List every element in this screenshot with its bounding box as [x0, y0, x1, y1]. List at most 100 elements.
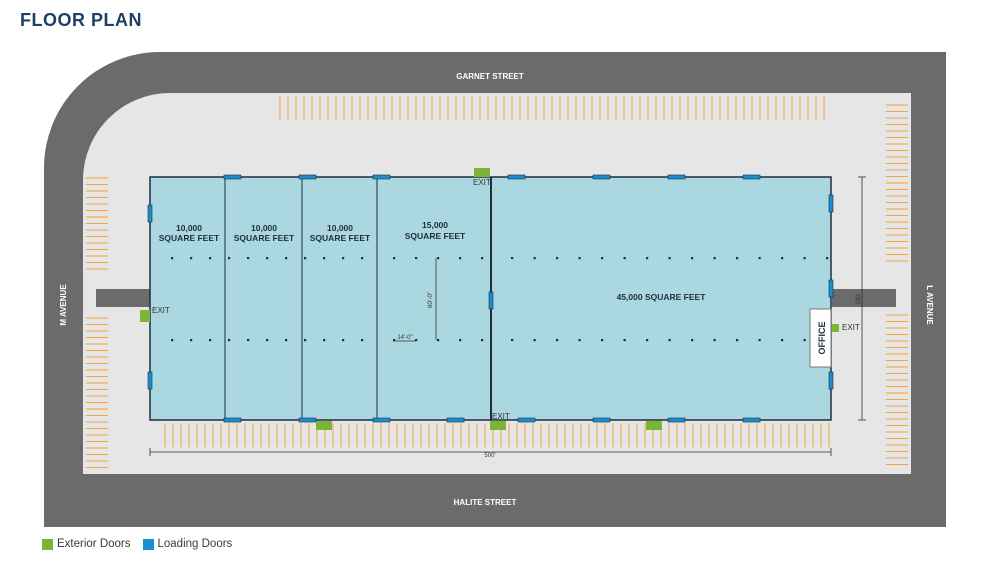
column: [304, 257, 307, 260]
unit-4-area: 15,000: [422, 220, 448, 230]
column: [171, 257, 174, 260]
column: [342, 257, 345, 260]
street-label-north: GARNET STREET: [456, 72, 524, 81]
column: [228, 339, 231, 342]
column: [736, 257, 739, 260]
column: [190, 257, 193, 260]
column: [668, 257, 671, 260]
column: [209, 339, 212, 342]
unit-4-unit: SQUARE FEET: [405, 231, 466, 241]
column: [266, 339, 269, 342]
column: [713, 339, 716, 342]
street-label-south: HALITE STREET: [454, 498, 517, 507]
loading-door: [507, 174, 526, 180]
column: [415, 257, 418, 260]
column: [601, 339, 604, 342]
street-label-west: M AVENUE: [59, 284, 68, 326]
legend-swatch-green: [42, 538, 53, 550]
loading-door: [667, 417, 686, 423]
column: [323, 339, 326, 342]
exterior-door-south: [646, 421, 662, 430]
column: [556, 257, 559, 260]
exit-label-south: EXIT: [492, 412, 510, 421]
column: [511, 339, 514, 342]
column: [623, 339, 626, 342]
column: [361, 257, 364, 260]
column: [266, 257, 269, 260]
column: [481, 257, 484, 260]
loading-door: [372, 417, 391, 423]
loading-door: [828, 279, 834, 298]
column: [623, 257, 626, 260]
column: [393, 257, 396, 260]
column: [190, 339, 193, 342]
loading-door: [592, 417, 611, 423]
dimension-building-depth: 160': [856, 293, 862, 304]
column: [171, 339, 174, 342]
column: [758, 257, 761, 260]
exit-label-north: EXIT: [473, 178, 491, 187]
column: [826, 257, 829, 260]
street-label-east: L AVENUE: [925, 285, 934, 325]
column: [533, 339, 536, 342]
loading-door: [742, 417, 761, 423]
unit-3-unit: SQUARE FEET: [310, 233, 371, 243]
column: [323, 257, 326, 260]
loading-door: [742, 174, 761, 180]
office-label: OFFICE: [817, 322, 827, 355]
unit-5-area: 45,000 SQUARE FEET: [617, 292, 707, 302]
column: [437, 339, 440, 342]
column: [803, 339, 806, 342]
loading-door: [147, 371, 153, 390]
exterior-door-east: [832, 324, 839, 332]
exterior-door-south: [490, 421, 506, 430]
column: [781, 257, 784, 260]
legend-item-loading-doors: Loading Doors: [142, 538, 233, 550]
column: [578, 339, 581, 342]
column: [556, 339, 559, 342]
column: [691, 257, 694, 260]
loading-door: [298, 417, 317, 423]
column: [601, 257, 604, 260]
column: [533, 257, 536, 260]
legend-label: Exterior Doors: [57, 538, 131, 550]
column: [459, 339, 462, 342]
unit-2-unit: SQUARE FEET: [234, 233, 295, 243]
loading-door: [223, 174, 242, 180]
column: [758, 339, 761, 342]
column: [209, 257, 212, 260]
exit-label-west: EXIT: [152, 306, 170, 315]
legend-item-exterior-doors: Exterior Doors: [42, 538, 131, 550]
loading-door: [147, 204, 153, 223]
loading-door: [828, 371, 834, 390]
loading-door: [223, 417, 242, 423]
dimension-column-height: 60'-0": [427, 291, 434, 308]
column: [668, 339, 671, 342]
unit-2-area: 10,000: [251, 223, 277, 233]
loading-door: [517, 417, 536, 423]
legend-swatch-blue: [142, 538, 154, 550]
column: [646, 339, 649, 342]
exit-label-east: EXIT: [842, 323, 860, 332]
loading-door: [667, 174, 686, 180]
dimension-building-length: 500': [484, 453, 495, 459]
legend-label: Loading Doors: [157, 538, 233, 550]
driveway-east-road: [832, 289, 896, 307]
column: [304, 339, 307, 342]
column: [481, 339, 484, 342]
loading-door: [488, 291, 494, 310]
loading-door: [298, 174, 317, 180]
loading-door: [372, 174, 391, 180]
dimension-column-width: 14'-0": [397, 335, 412, 341]
exterior-door-north: [474, 168, 490, 177]
column: [459, 257, 462, 260]
loading-door: [828, 194, 834, 213]
column: [803, 257, 806, 260]
exterior-door-west: [140, 310, 150, 322]
column: [228, 257, 231, 260]
column: [781, 339, 784, 342]
column: [247, 257, 250, 260]
column: [285, 257, 288, 260]
exterior-door-south: [316, 421, 332, 430]
column: [342, 339, 345, 342]
